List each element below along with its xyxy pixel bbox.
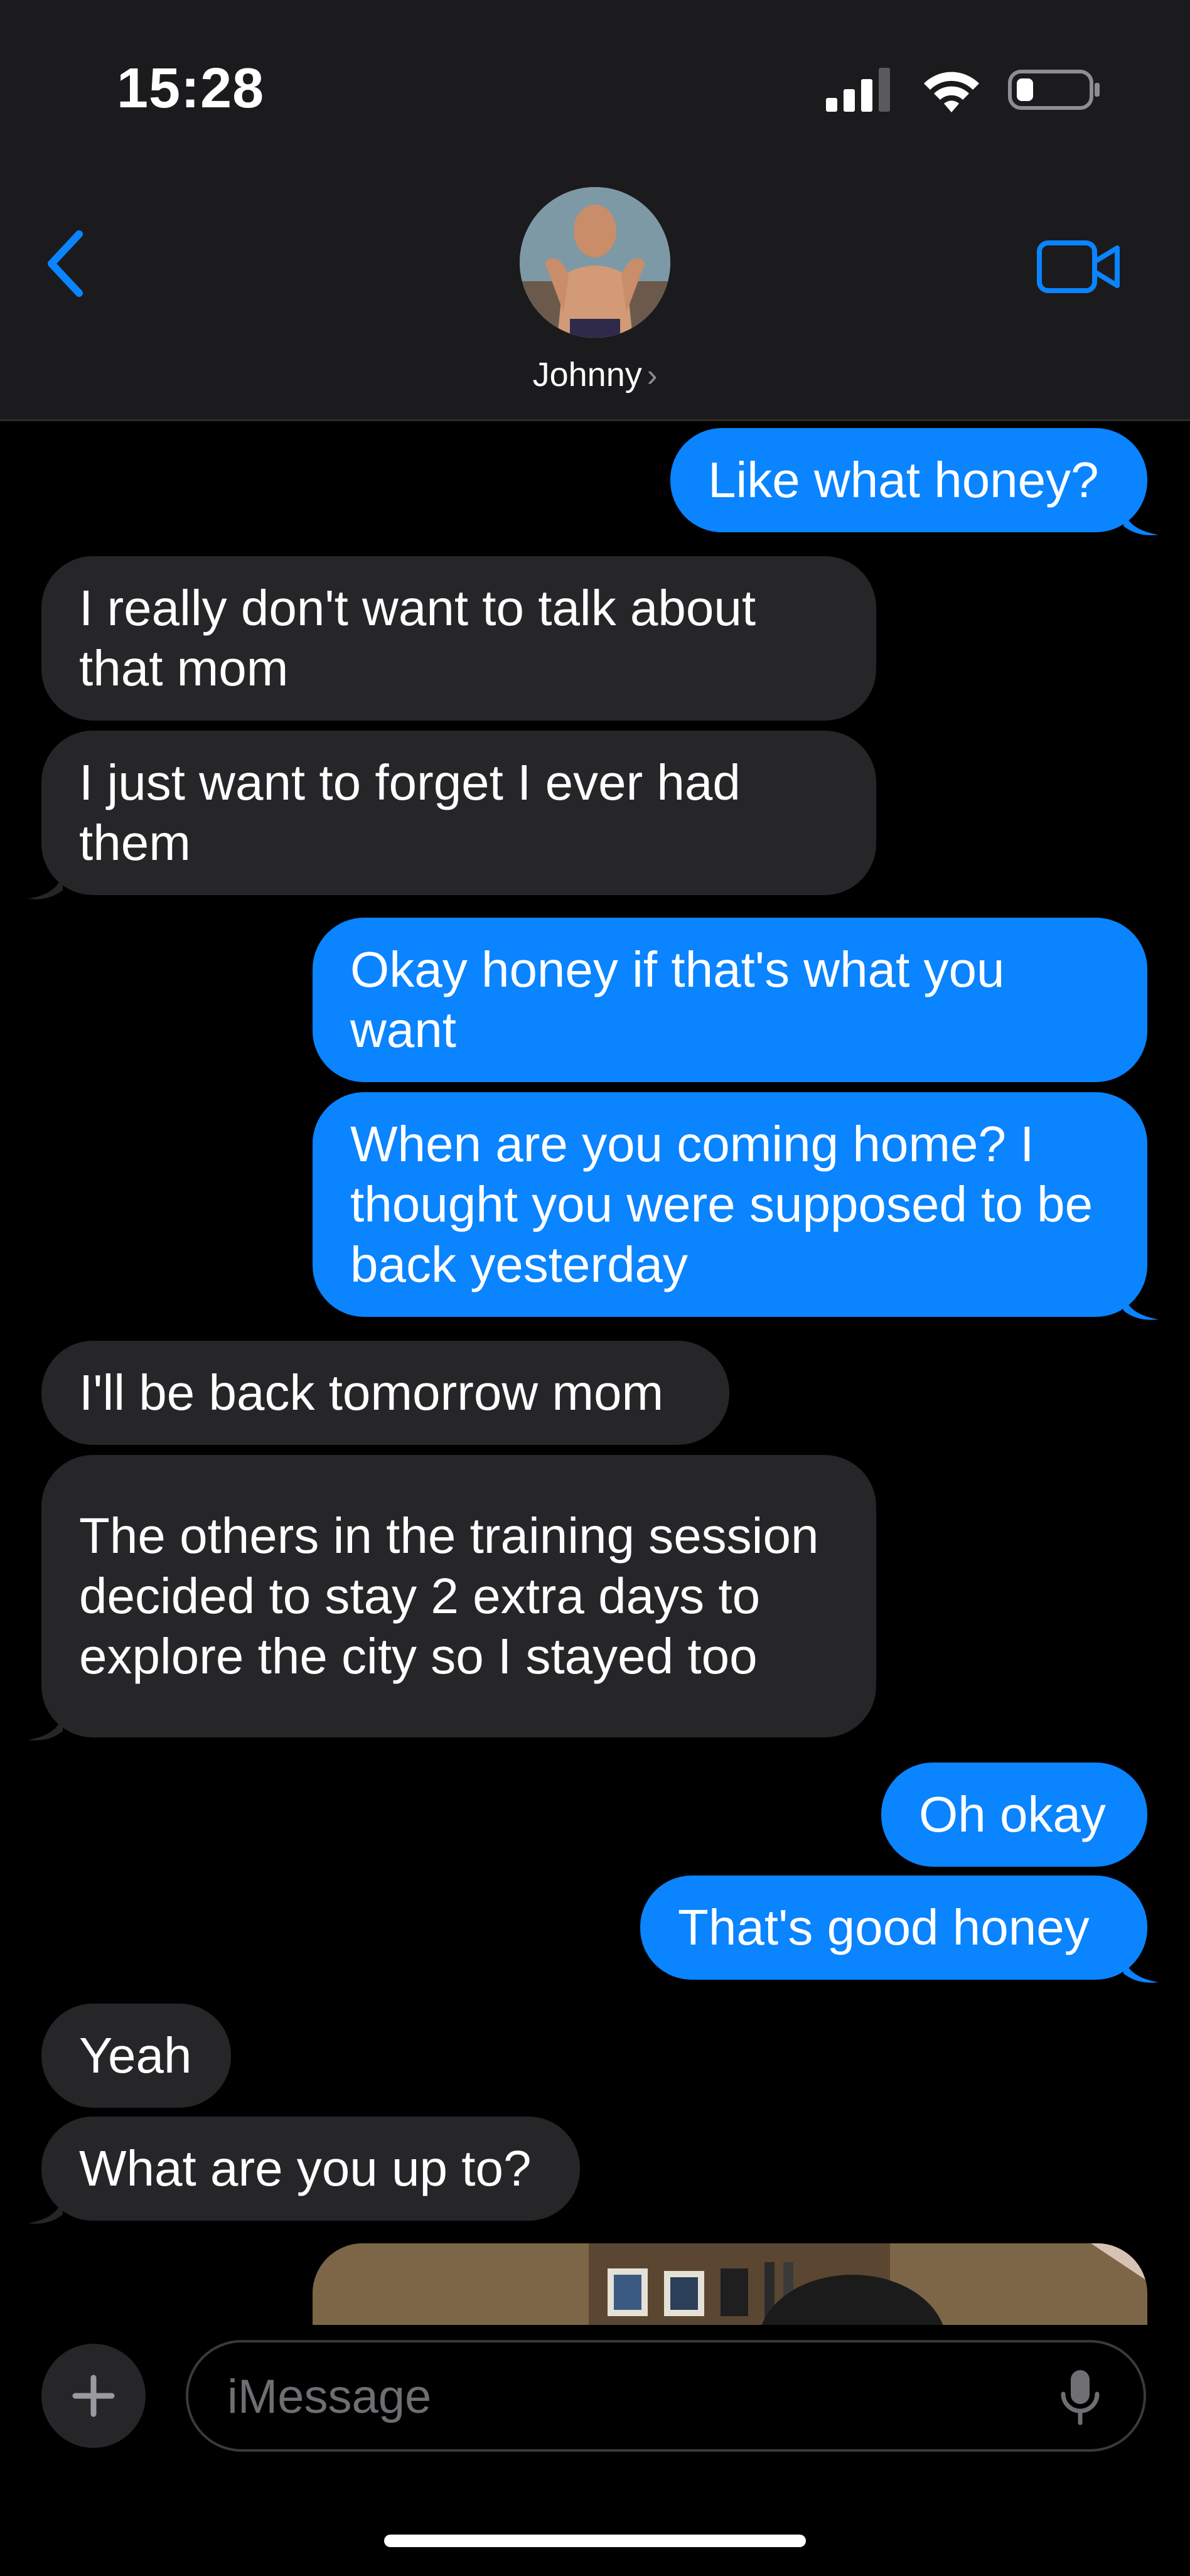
message-text: Yeah <box>79 2027 192 2083</box>
message-text: I just want to forget I ever had them <box>79 754 741 871</box>
message-text: Okay honey if that's what you want <box>350 942 1005 1058</box>
message-bubble-outgoing[interactable]: Like what honey? <box>670 428 1147 532</box>
message-bubble-incoming[interactable]: I just want to forget I ever had them <box>41 731 876 895</box>
header-divider <box>0 419 1190 421</box>
message-bubble-incoming[interactable]: The others in the training session decid… <box>41 1455 876 1737</box>
facetime-video-button[interactable] <box>1036 235 1123 298</box>
microphone-icon[interactable] <box>1058 2368 1102 2425</box>
message-bubble-outgoing[interactable]: That's good honey <box>640 1876 1147 1980</box>
back-button[interactable] <box>44 223 100 304</box>
apps-plus-button[interactable] <box>41 2344 146 2448</box>
message-bubble-outgoing[interactable]: Oh okay <box>881 1763 1147 1867</box>
wifi-icon <box>924 72 979 112</box>
status-icons <box>826 62 1102 118</box>
bubble-tail <box>28 1714 63 1741</box>
bubble-tail <box>1123 1956 1159 1983</box>
message-text: When are you coming home? I thought you … <box>350 1116 1093 1292</box>
plus-icon <box>72 2375 115 2417</box>
message-text: I'll be back tomorrow mom <box>79 1365 664 1420</box>
message-text: That's good honey <box>678 1899 1090 1955</box>
bubble-tail <box>28 872 63 899</box>
chevron-left-icon <box>48 230 83 297</box>
bubble-tail <box>28 2197 63 2224</box>
message-input-container[interactable] <box>186 2340 1146 2452</box>
avatar-photo <box>520 187 670 338</box>
cellular-signal-icon <box>826 68 890 112</box>
video-camera-icon <box>1037 240 1120 293</box>
status-time: 15:28 <box>117 57 265 120</box>
message-text: I really don't want to talk about that m… <box>79 580 756 696</box>
message-bubble-outgoing[interactable]: Okay honey if that's what you want <box>313 918 1147 1082</box>
chevron-right-icon: › <box>646 358 658 393</box>
message-text: What are you up to? <box>79 2140 532 2196</box>
bubble-tail <box>1123 1293 1159 1320</box>
contact-name: Johnny <box>532 356 642 394</box>
message-text: The others in the training session decid… <box>79 1508 819 1684</box>
message-input[interactable] <box>226 2343 1019 2450</box>
photo-thumbnail <box>313 2243 1147 2325</box>
bubble-tail <box>1123 508 1159 535</box>
message-bubble-incoming[interactable]: I'll be back tomorrow mom <box>41 1341 729 1445</box>
contact-name-button[interactable]: Johnny › <box>520 353 670 397</box>
home-indicator <box>384 2535 806 2547</box>
photo-attachment[interactable] <box>313 2243 1147 2325</box>
message-bubble-incoming[interactable]: Yeah <box>41 2004 231 2108</box>
contact-avatar[interactable] <box>520 187 670 338</box>
message-bubble-incoming[interactable]: I really don't want to talk about that m… <box>41 556 876 721</box>
battery-icon <box>1008 70 1100 110</box>
message-text: Like what honey? <box>708 452 1099 508</box>
message-bubble-incoming[interactable]: What are you up to? <box>41 2117 580 2221</box>
message-bubble-outgoing[interactable]: When are you coming home? I thought you … <box>313 1092 1147 1317</box>
message-text: Oh okay <box>919 1786 1106 1842</box>
